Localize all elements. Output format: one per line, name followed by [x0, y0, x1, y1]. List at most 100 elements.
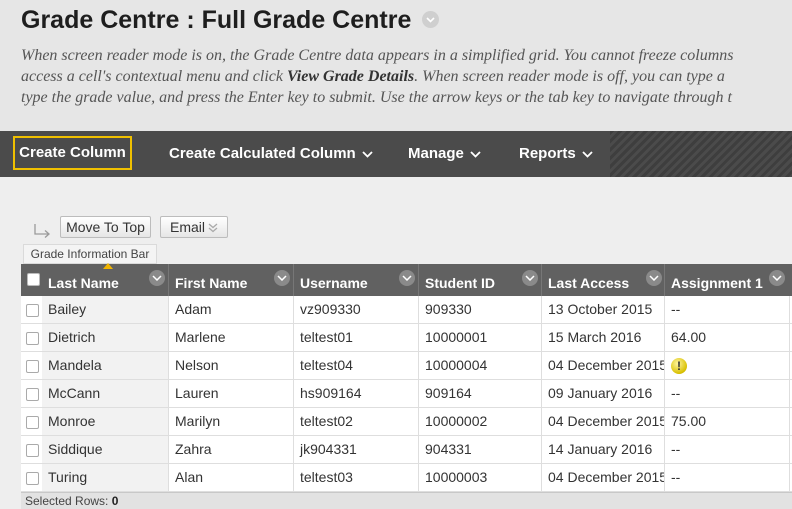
column-header-username[interactable]: Username	[294, 264, 419, 296]
cell-student-id[interactable]: 10000003	[419, 464, 542, 491]
needs-grading-mark: !	[677, 359, 681, 373]
instructions: When screen reader mode is on, the Grade…	[21, 45, 792, 108]
cell-last-name[interactable]: Dietrich	[42, 324, 169, 351]
create-calculated-column-menu[interactable]: Create Calculated Column	[169, 131, 373, 177]
reports-menu[interactable]: Reports	[519, 131, 593, 177]
last-name-header-label: Last Name	[48, 275, 119, 291]
cell-last-access[interactable]: 04 December 2015	[542, 464, 665, 491]
cell-assignment-1[interactable]: 64.00	[665, 324, 790, 351]
table-row: Turing Alan teltest03 10000003 04 Decemb…	[21, 464, 792, 492]
grade-information-bar[interactable]: Grade Information Bar	[23, 244, 157, 264]
cell-first-name[interactable]: Lauren	[169, 380, 294, 407]
create-calculated-column-label: Create Calculated Column	[169, 145, 356, 162]
cell-last-access[interactable]: 04 December 2015	[542, 408, 665, 435]
column-menu-chevron-icon[interactable]	[149, 270, 165, 286]
instructions-line-2b: . When screen reader mode is off, you ca…	[414, 68, 725, 85]
cell-last-access[interactable]: 13 October 2015	[542, 296, 665, 323]
needs-grading-exclamation-icon[interactable]: !	[671, 358, 687, 374]
column-menu-chevron-icon[interactable]	[646, 270, 662, 286]
cell-username[interactable]: hs909164	[294, 380, 419, 407]
cell-username[interactable]: jk904331	[294, 436, 419, 463]
instructions-line-1: When screen reader mode is on, the Grade…	[21, 47, 734, 64]
create-column-button[interactable]: Create Column	[13, 136, 132, 170]
row-checkbox[interactable]	[26, 360, 39, 373]
move-to-top-button[interactable]: Move To Top	[60, 216, 151, 238]
instructions-line-3: type the grade value, and press the Ente…	[21, 89, 732, 106]
row-checkbox[interactable]	[26, 388, 39, 401]
cell-student-id[interactable]: 909164	[419, 380, 542, 407]
cell-student-id[interactable]: 10000004	[419, 352, 542, 379]
selected-rows-count: 0	[111, 494, 119, 508]
cell-last-access[interactable]: 14 January 2016	[542, 436, 665, 463]
cell-last-name[interactable]: Turing	[42, 464, 169, 491]
cell-student-id[interactable]: 909330	[419, 296, 542, 323]
column-menu-chevron-icon[interactable]	[522, 270, 538, 286]
chevron-down-icon	[470, 131, 481, 177]
column-header-student-id[interactable]: Student ID	[419, 264, 542, 296]
cell-assignment-1[interactable]: --	[665, 464, 790, 491]
chevron-down-icon	[582, 131, 593, 177]
column-menu-chevron-icon[interactable]	[274, 270, 290, 286]
instructions-line-2a: access a cell's contextual menu and clic…	[21, 68, 283, 85]
column-header-assignment-1[interactable]: Assignment 1	[665, 264, 792, 296]
manage-menu[interactable]: Manage	[408, 131, 481, 177]
cell-assignment-1[interactable]: --	[665, 380, 790, 407]
cell-assignment-1[interactable]: 75.00	[665, 408, 790, 435]
row-checkbox[interactable]	[26, 416, 39, 429]
cell-last-access[interactable]: 04 December 2015	[542, 352, 665, 379]
column-menu-chevron-icon[interactable]	[769, 270, 785, 286]
cell-first-name[interactable]: Nelson	[169, 352, 294, 379]
row-checkbox[interactable]	[26, 304, 39, 317]
cell-first-name[interactable]: Marlene	[169, 324, 294, 351]
page-title: Grade Centre : Full Grade Centre	[21, 6, 440, 35]
row-checkbox[interactable]	[26, 332, 39, 345]
cell-username[interactable]: vz909330	[294, 296, 419, 323]
column-menu-chevron-icon[interactable]	[399, 270, 415, 286]
select-all-checkbox[interactable]	[27, 273, 40, 286]
instructions-view-grade-details: View Grade Details	[287, 68, 415, 85]
move-to-top-arrow-icon	[34, 224, 50, 238]
cell-username[interactable]: teltest01	[294, 324, 419, 351]
cell-first-name[interactable]: Zahra	[169, 436, 294, 463]
column-header-last-access[interactable]: Last Access	[542, 264, 665, 296]
cell-last-access[interactable]: 09 January 2016	[542, 380, 665, 407]
cell-last-name[interactable]: Siddique	[42, 436, 169, 463]
cell-first-name[interactable]: Alan	[169, 464, 294, 491]
action-bar-pattern	[610, 131, 792, 177]
cell-username[interactable]: teltest02	[294, 408, 419, 435]
cell-username[interactable]: teltest04	[294, 352, 419, 379]
reports-label: Reports	[519, 145, 576, 162]
cell-assignment-1[interactable]: --	[665, 296, 790, 323]
manage-label: Manage	[408, 145, 464, 162]
row-checkbox[interactable]	[26, 472, 39, 485]
cell-last-name[interactable]: Monroe	[42, 408, 169, 435]
table-row: Bailey Adam vz909330 909330 13 October 2…	[21, 296, 792, 324]
table-row: McCann Lauren hs909164 909164 09 January…	[21, 380, 792, 408]
column-header-first-name[interactable]: First Name	[169, 264, 294, 296]
grid-header: Last Name First Name Username Student ID…	[21, 264, 792, 296]
cell-student-id[interactable]: 10000002	[419, 408, 542, 435]
cell-username[interactable]: teltest03	[294, 464, 419, 491]
cell-last-name[interactable]: McCann	[42, 380, 169, 407]
cell-first-name[interactable]: Marilyn	[169, 408, 294, 435]
cell-assignment-1[interactable]: !	[665, 352, 790, 379]
student-id-header-label: Student ID	[425, 275, 495, 291]
first-name-header-label: First Name	[175, 275, 248, 291]
last-access-header-label: Last Access	[548, 275, 630, 291]
cell-student-id[interactable]: 904331	[419, 436, 542, 463]
cell-student-id[interactable]: 10000001	[419, 324, 542, 351]
cell-last-name[interactable]: Mandela	[42, 352, 169, 379]
chevron-down-icon	[362, 131, 373, 177]
double-chevron-down-icon	[208, 218, 218, 238]
cell-assignment-1[interactable]: --	[665, 436, 790, 463]
cell-last-name[interactable]: Bailey	[42, 296, 169, 323]
title-menu-chevron-icon[interactable]	[422, 10, 440, 28]
email-button[interactable]: Email	[160, 216, 228, 238]
cell-first-name[interactable]: Adam	[169, 296, 294, 323]
cell-last-access[interactable]: 15 March 2016	[542, 324, 665, 351]
row-checkbox[interactable]	[26, 444, 39, 457]
page-header: Grade Centre : Full Grade Centre When sc…	[0, 0, 792, 131]
selected-rows-footer: Selected Rows: 0	[21, 492, 792, 509]
table-row: Monroe Marilyn teltest02 10000002 04 Dec…	[21, 408, 792, 436]
table-row: Dietrich Marlene teltest01 10000001 15 M…	[21, 324, 792, 352]
